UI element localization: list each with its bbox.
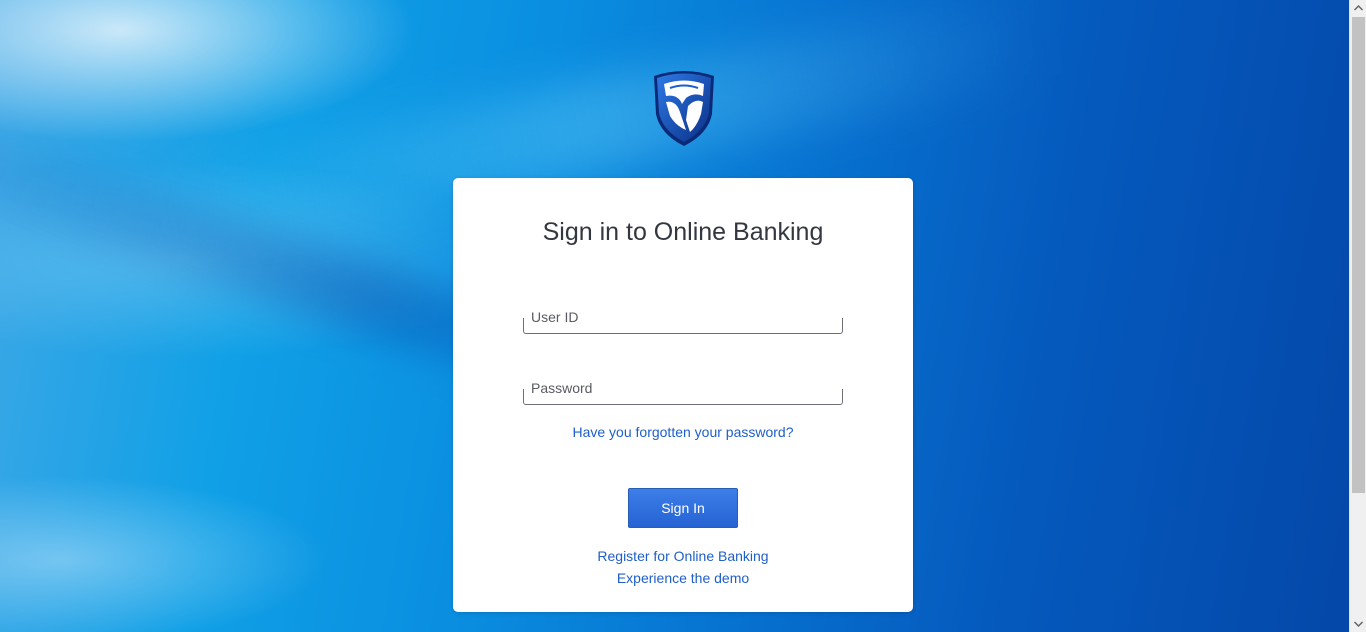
register-link[interactable]: Register for Online Banking <box>453 548 913 564</box>
password-field[interactable] <box>523 380 843 405</box>
login-page: Sign in to Online Banking Have you forgo… <box>0 0 1366 632</box>
password-input[interactable] <box>531 380 831 396</box>
page-title: Sign in to Online Banking <box>542 218 824 246</box>
standard-bank-shield-icon <box>650 68 718 148</box>
scrollbar-thumb[interactable] <box>1352 17 1365 493</box>
login-card: Sign in to Online Banking Have you forgo… <box>453 178 913 612</box>
chevron-down-icon[interactable] <box>1350 616 1366 632</box>
vertical-scrollbar[interactable] <box>1349 0 1366 632</box>
forgot-password-link[interactable]: Have you forgotten your password? <box>453 424 913 440</box>
user-id-input[interactable] <box>531 309 831 325</box>
sign-in-button[interactable]: Sign In <box>628 488 738 528</box>
user-id-field[interactable] <box>523 309 843 334</box>
chevron-up-icon[interactable] <box>1350 0 1366 16</box>
demo-link[interactable]: Experience the demo <box>453 570 913 586</box>
